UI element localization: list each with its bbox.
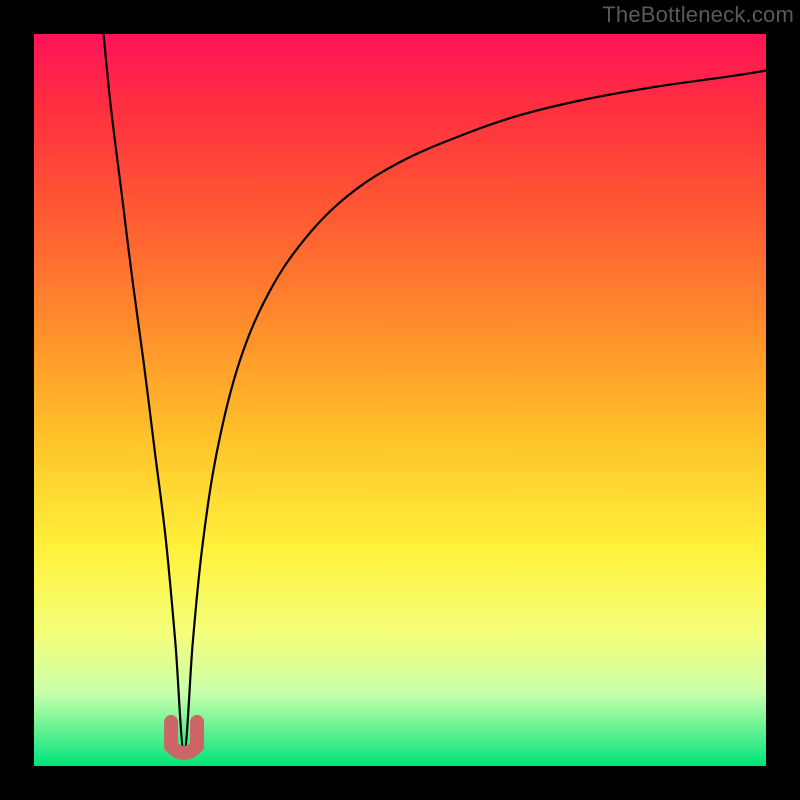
chart-background: [34, 34, 766, 766]
chart-container: TheBottleneck.com: [0, 0, 800, 800]
chart-svg: [0, 0, 800, 800]
attribution-text: TheBottleneck.com: [602, 2, 794, 28]
